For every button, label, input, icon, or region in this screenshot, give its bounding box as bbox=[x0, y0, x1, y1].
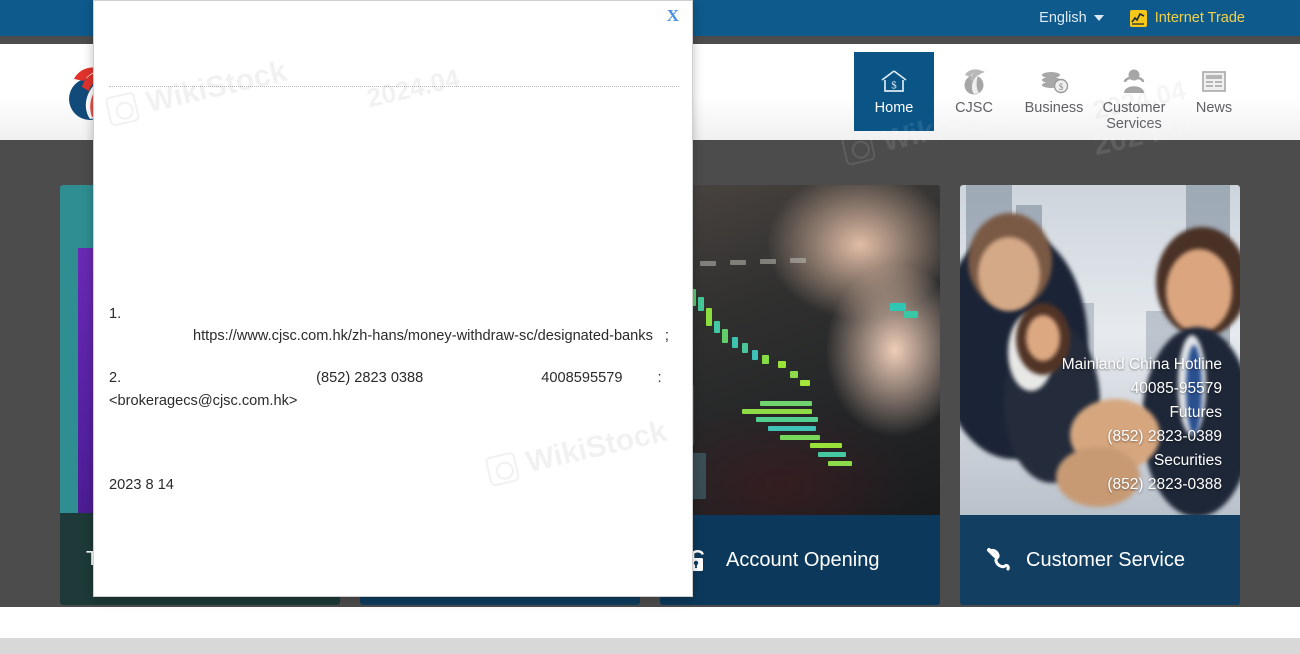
coins-dollar-icon: $ bbox=[1038, 65, 1070, 95]
main-nav: $ Home CJSC $ Business Customer Services… bbox=[854, 52, 1254, 133]
nav-item-news[interactable]: News bbox=[1174, 52, 1254, 131]
nav-item-home[interactable]: $ Home bbox=[854, 52, 934, 131]
contact-line-3: Futures bbox=[1169, 404, 1222, 421]
nav-label-customer-services: Customer Services bbox=[1102, 100, 1166, 132]
close-icon[interactable]: X bbox=[667, 6, 679, 26]
modal-item-2-email-row: <brokeragecs@cjsc.com.hk> bbox=[109, 390, 678, 412]
card-c-artwork bbox=[660, 185, 940, 515]
contact-line-2: 40085-95579 bbox=[1130, 380, 1222, 397]
contact-line-1: Mainland China Hotline bbox=[1061, 356, 1222, 373]
notice-modal: X WikiStock 2024.04 WikiStock 1. https:/… bbox=[93, 0, 693, 597]
promo-card-customer-service[interactable]: Mainland China Hotline 40085-95579 Futur… bbox=[960, 185, 1240, 605]
footer-white-strip bbox=[0, 607, 1300, 638]
svg-text:$: $ bbox=[891, 80, 897, 92]
brokerage-email[interactable]: <brokeragecs@cjsc.com.hk> bbox=[109, 393, 297, 409]
modal-phone-cn: 4008595579 bbox=[541, 370, 623, 386]
chevron-down-icon bbox=[1093, 15, 1104, 21]
nav-label-business: Business bbox=[1024, 100, 1084, 116]
card-d-footer[interactable]: Customer Service bbox=[960, 515, 1240, 605]
nav-label-cjsc: CJSC bbox=[955, 100, 993, 116]
modal-divider bbox=[109, 86, 679, 87]
footer-gray-strip bbox=[0, 638, 1300, 654]
language-label: English bbox=[1039, 10, 1087, 26]
internet-trade-button[interactable]: Internet Trade bbox=[1129, 9, 1245, 27]
modal-item-1-url-row: https://www.cjsc.com.hk/zh-hans/money-wi… bbox=[109, 325, 678, 347]
modal-body: 1. https://www.cjsc.com.hk/zh-hans/money… bbox=[109, 101, 678, 586]
phone-icon bbox=[986, 546, 1012, 574]
svg-text:$: $ bbox=[1059, 82, 1064, 92]
nav-item-business[interactable]: $ Business bbox=[1014, 52, 1094, 131]
modal-email-colon: : bbox=[657, 370, 662, 386]
modal-item-2: 2. (852) 2823 0388 4008595579 : bbox=[109, 367, 678, 389]
chart-line-icon bbox=[1129, 9, 1147, 27]
home-dollar-icon: $ bbox=[878, 65, 910, 95]
flame-sphere-icon bbox=[958, 65, 990, 95]
modal-item-1-number: 1. bbox=[109, 306, 122, 322]
nav-label-news: News bbox=[1195, 100, 1233, 116]
modal-phone-hk: (852) 2823 0388 bbox=[316, 370, 424, 386]
nav-item-customer-services[interactable]: Customer Services bbox=[1094, 52, 1174, 133]
nav-item-cjsc[interactable]: CJSC bbox=[934, 52, 1014, 131]
contact-line-5: Securities bbox=[1153, 452, 1222, 469]
modal-item-1-semicolon: ; bbox=[664, 328, 669, 344]
modal-item-2-number: 2. bbox=[109, 370, 122, 386]
newspaper-icon bbox=[1198, 65, 1230, 95]
contact-info: Mainland China Hotline 40085-95579 Futur… bbox=[1062, 353, 1222, 497]
modal-title bbox=[110, 9, 652, 27]
contact-line-4: (852) 2823-0389 bbox=[1107, 428, 1222, 445]
customer-person-icon bbox=[1118, 65, 1150, 95]
nav-label-home: Home bbox=[874, 100, 914, 116]
language-selector[interactable]: English bbox=[1039, 10, 1104, 26]
modal-item-1: 1. bbox=[109, 303, 678, 325]
internet-trade-label: Internet Trade bbox=[1154, 10, 1245, 26]
page-root: English Internet Trade $ Home CJSC $ Bus… bbox=[0, 0, 1300, 654]
modal-date: 2023 8 14 bbox=[109, 477, 174, 493]
designated-banks-link[interactable]: https://www.cjsc.com.hk/zh-hans/money-wi… bbox=[193, 328, 653, 344]
promo-card-account-opening[interactable]: Account Opening bbox=[660, 185, 940, 605]
card-d-footer-label: Customer Service bbox=[1026, 548, 1185, 571]
card-c-footer-label: Account Opening bbox=[726, 548, 880, 571]
contact-line-6: (852) 2823-0388 bbox=[1107, 476, 1222, 493]
card-c-footer[interactable]: Account Opening bbox=[660, 515, 940, 605]
